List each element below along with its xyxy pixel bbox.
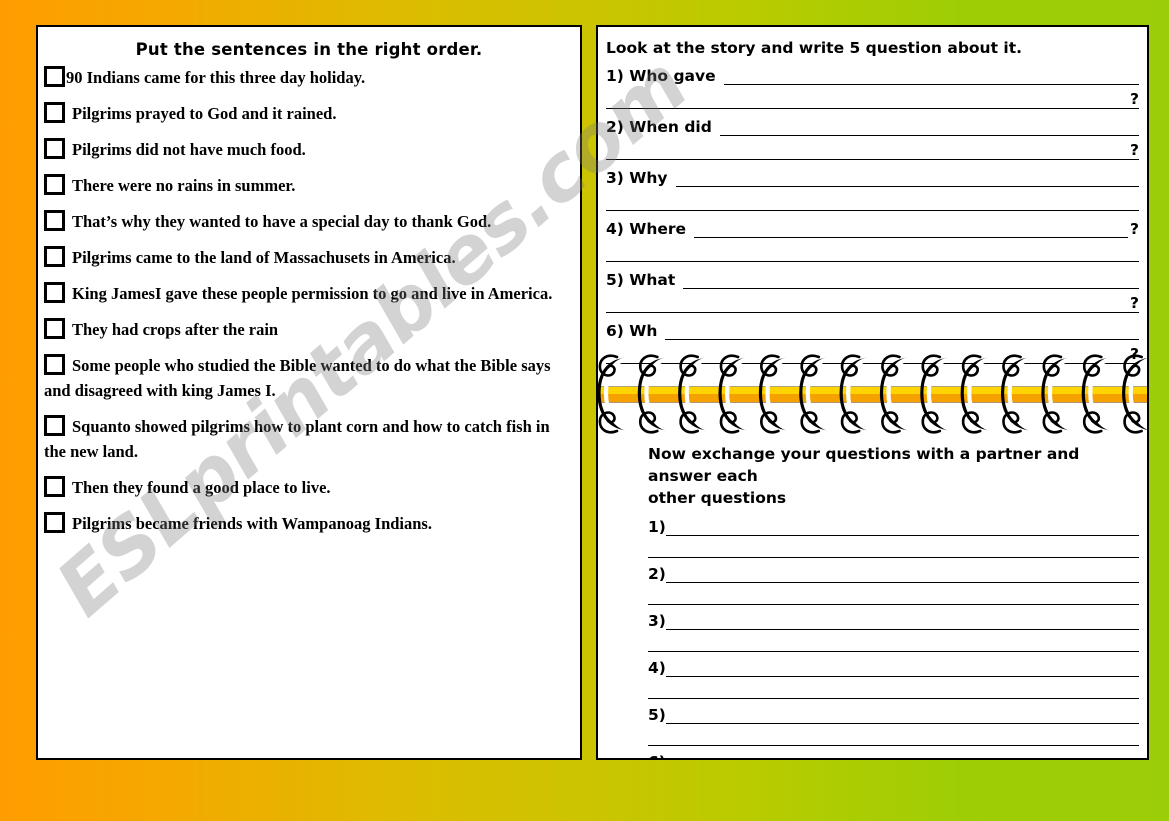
answer-writing-line[interactable] [665,705,1139,724]
question-prompt-label: 2) When did [606,118,712,136]
order-checkbox[interactable] [44,318,65,339]
sentence-text: Pilgrims did not have much food. [72,140,306,159]
exchange-instruction: Now exchange your questions with a partn… [648,443,1139,509]
answer-writing-line[interactable] [648,536,1139,558]
answer-writing-line[interactable] [665,611,1139,630]
question-list: 1) Who gave? 2) When did? 3) Why 4) Where? 5… [606,59,1139,364]
sentence-text: They had crops after the rain [72,320,279,339]
answer-number: 2) [648,565,666,583]
order-checkbox[interactable] [44,102,65,123]
answer-writing-line[interactable] [666,752,1139,758]
answer-number: 3) [648,612,666,630]
answer-entry: 3) [648,605,1139,652]
order-checkbox[interactable] [44,246,65,267]
sentence-text: Pilgrims became friends with Wampanoag I… [72,514,432,533]
question-entry: 3) Why [606,161,1139,211]
question-entry: 4) Where? [606,212,1139,262]
sentence-item: Pilgrims did not have much food. [44,137,574,162]
answer-writing-line[interactable] [665,517,1139,536]
sentence-item: They had crops after the rain [44,317,574,342]
question-mark: ? [1130,90,1139,108]
question-entry: 1) Who gave? [606,59,1139,109]
order-checkbox[interactable] [44,354,65,375]
sentence-text: Squanto showed pilgrims how to plant cor… [44,417,550,461]
sentence-item: 90 Indians came for this three day holid… [44,65,574,90]
question-prompt-label: 6) Wh [606,322,658,340]
question-mark: ? [1130,294,1139,312]
question-prompt-label: 4) Where [606,220,687,238]
answer-writing-line[interactable] [648,630,1139,652]
answer-number: 1) [648,518,666,536]
answer-entry: 4) [648,652,1139,699]
answer-list: 1) 2) 3) 4) 5) 6) [606,511,1139,758]
question-writing-line[interactable] [606,312,1139,313]
sentence-text: 90 Indians came for this three day holid… [66,68,366,87]
sentence-text: Then they found a good place to live. [72,478,331,497]
sentence-item: Pilgrims became friends with Wampanoag I… [44,511,574,536]
exchange-instruction-line2: other questions [648,489,787,507]
question-writing-line[interactable] [606,261,1139,262]
answer-entry: 6) [648,746,1139,758]
answer-entry: 1) [648,511,1139,558]
sentence-text: That’s why they wanted to have a special… [72,212,492,231]
question-writing-line[interactable] [683,270,1139,289]
sentence-item: There were no rains in summer. [44,173,574,198]
answer-number: 5) [648,706,666,724]
answer-writing-line[interactable] [648,583,1139,605]
question-writing-panel: Look at the story and write 5 question a… [596,25,1149,760]
answer-entry: 5) [648,699,1139,746]
question-writing-line[interactable] [665,321,1139,340]
sentence-item: Pilgrims came to the land of Massachuset… [44,245,574,270]
sentence-item: That’s why they wanted to have a special… [44,209,574,234]
question-entry: 2) When did? [606,110,1139,160]
question-writing-line[interactable] [694,219,1128,238]
answer-entry: 2) [648,558,1139,605]
sentence-text: There were no rains in summer. [72,176,296,195]
question-writing-line[interactable] [606,159,1139,160]
question-prompt-label: 5) What [606,271,676,289]
question-mark: ? [1130,220,1139,238]
sentence-item: Some people who studied the Bible wanted… [44,353,574,403]
sentence-item: Then they found a good place to live. [44,475,574,500]
sentence-text: King JamesI gave these people permission… [72,284,553,303]
answer-writing-line[interactable] [665,564,1139,583]
question-writing-line[interactable] [719,117,1139,136]
sentence-text: Pilgrims came to the land of Massachuset… [72,248,456,267]
order-checkbox[interactable] [44,174,65,195]
answer-writing-line[interactable] [648,677,1139,699]
sentence-item: Squanto showed pilgrims how to plant cor… [44,414,574,464]
question-prompt-label: 1) Who gave [606,67,716,85]
sentence-text: Pilgrims prayed to God and it rained. [72,104,337,123]
answer-writing-line[interactable] [665,658,1139,677]
sentence-list: 90 Indians came for this three day holid… [38,65,580,536]
ordering-exercise-panel: Put the sentences in the right order. 90… [36,25,582,760]
sentence-item: King JamesI gave these people permission… [44,281,574,306]
question-prompt-label: 3) Why [606,169,668,187]
order-checkbox[interactable] [44,138,65,159]
sentence-item: Pilgrims prayed to God and it rained. [44,101,574,126]
question-mark: ? [1130,141,1139,159]
question-writing-line[interactable] [606,210,1139,211]
answer-number: 4) [648,659,666,677]
order-checkbox[interactable] [44,66,65,87]
spiral-binding-divider [598,354,1147,434]
question-writing-line[interactable] [606,108,1139,109]
exchange-instruction-line1: Now exchange your questions with a partn… [648,445,1080,485]
question-writing-line[interactable] [723,66,1139,85]
section-heading: Look at the story and write 5 question a… [606,39,1023,57]
question-entry: 5) What? [606,263,1139,313]
order-checkbox[interactable] [44,512,65,533]
sentence-text: Some people who studied the Bible wanted… [44,356,551,400]
answer-number: 6) [648,753,666,758]
answer-writing-line[interactable] [648,724,1139,746]
order-checkbox[interactable] [44,476,65,497]
order-checkbox[interactable] [44,415,65,436]
order-checkbox[interactable] [44,282,65,303]
question-writing-line[interactable] [675,168,1139,187]
order-checkbox[interactable] [44,210,65,231]
page-title: Put the sentences in the right order. [135,40,483,59]
question-mark: ? [1130,345,1139,363]
